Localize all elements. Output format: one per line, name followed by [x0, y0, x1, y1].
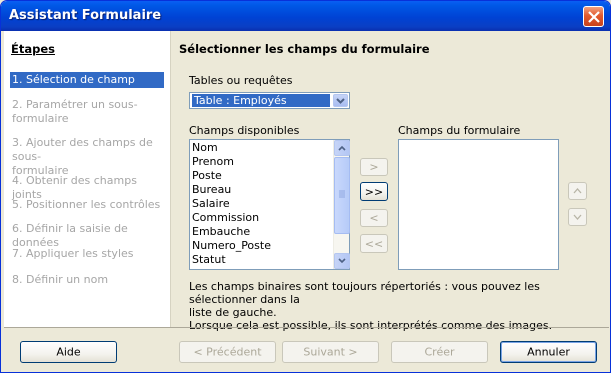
- remove-field-button[interactable]: <: [360, 209, 388, 227]
- list-item[interactable]: Numero_Poste: [192, 239, 271, 253]
- chevron-down-icon: [336, 98, 345, 104]
- form-fields-label: Champs du formulaire: [398, 124, 521, 137]
- tables-select-value: Table : Employés: [192, 94, 330, 107]
- move-up-button[interactable]: [568, 182, 587, 200]
- close-icon: [588, 11, 600, 23]
- next-label: Suivant >: [303, 345, 358, 359]
- tables-select[interactable]: Table : Employés: [189, 92, 350, 109]
- step-field-selection[interactable]: 1. Sélection de champ: [10, 72, 164, 88]
- arrow-down-icon: [573, 214, 582, 220]
- form-fields-list[interactable]: [398, 139, 559, 270]
- info-line: Les champs binaires sont toujours répert…: [189, 280, 540, 306]
- list-item[interactable]: Poste: [192, 169, 222, 183]
- steps-title: Étapes: [11, 42, 55, 56]
- grip-icon: [339, 190, 345, 198]
- chevron-up-icon: [338, 145, 346, 151]
- step-label: 2. Paramétrer un sous-: [12, 98, 138, 111]
- window-title: Assistant Formulaire: [9, 8, 162, 23]
- available-fields-label: Champs disponibles: [189, 124, 300, 137]
- step-set-name: 8. Définir un nom: [12, 273, 109, 286]
- next-button[interactable]: Suivant >: [282, 341, 379, 363]
- scroll-up-button[interactable]: [334, 140, 350, 156]
- list-item[interactable]: Bureau: [192, 183, 231, 197]
- add-field-button[interactable]: >: [360, 158, 388, 176]
- move-down-button[interactable]: [568, 208, 587, 226]
- step-label: 3. Ajouter des champs de sous-: [12, 136, 153, 163]
- binary-fields-info: Les champs binaires sont toujours répert…: [189, 280, 599, 332]
- scroll-down-button[interactable]: [334, 253, 350, 269]
- form-wizard-window: Assistant Formulaire Étapes 1. Sélection…: [0, 0, 611, 373]
- list-item[interactable]: Embauche: [192, 225, 250, 239]
- tables-label: Tables ou requêtes: [189, 74, 293, 87]
- step-apply-styles: 7. Appliquer les styles: [12, 247, 134, 260]
- add-all-fields-button[interactable]: >>: [360, 182, 388, 201]
- step-position-controls: 5. Positionner les contrôles: [12, 198, 161, 211]
- vertical-scrollbar[interactable]: [333, 140, 350, 269]
- list-item[interactable]: Commission: [192, 211, 259, 225]
- scroll-thumb[interactable]: [334, 157, 350, 234]
- create-label: Créer: [424, 345, 455, 359]
- step-subform-setup: 2. Paramétrer un sous- formulaire: [10, 97, 164, 127]
- remove-all-label: <<: [364, 237, 384, 250]
- info-line: liste de gauche.: [189, 306, 277, 319]
- help-button[interactable]: Aide: [20, 341, 117, 363]
- step-label-cont: formulaire: [12, 112, 69, 125]
- page-title: Sélectionner les champs du formulaire: [179, 42, 430, 56]
- remove-field-label: <: [369, 211, 379, 225]
- list-item[interactable]: Nom: [192, 141, 218, 155]
- help-label: Aide: [56, 345, 81, 359]
- cancel-button[interactable]: Annuler: [500, 341, 597, 363]
- previous-button[interactable]: < Précédent: [179, 341, 276, 363]
- list-item[interactable]: Prenom: [192, 155, 234, 169]
- previous-label: < Précédent: [193, 345, 262, 359]
- title-bar[interactable]: Assistant Formulaire: [1, 1, 610, 31]
- dropdown-button[interactable]: [333, 94, 348, 107]
- arrow-up-icon: [573, 188, 582, 194]
- steps-sidebar: Étapes 1. Sélection de champ 2. Paramétr…: [4, 31, 171, 327]
- add-field-label: >: [369, 160, 379, 174]
- list-item[interactable]: Salaire: [192, 197, 230, 211]
- chevron-down-icon: [338, 258, 346, 264]
- list-item[interactable]: Statut: [192, 253, 226, 267]
- remove-all-fields-button[interactable]: <<: [360, 234, 388, 253]
- available-fields-list[interactable]: Nom Prenom Poste Bureau Salaire Commissi…: [189, 139, 350, 270]
- close-button[interactable]: [583, 6, 604, 27]
- create-button[interactable]: Créer: [391, 341, 488, 363]
- add-all-label: >>: [364, 185, 384, 198]
- cancel-label: Annuler: [527, 345, 570, 359]
